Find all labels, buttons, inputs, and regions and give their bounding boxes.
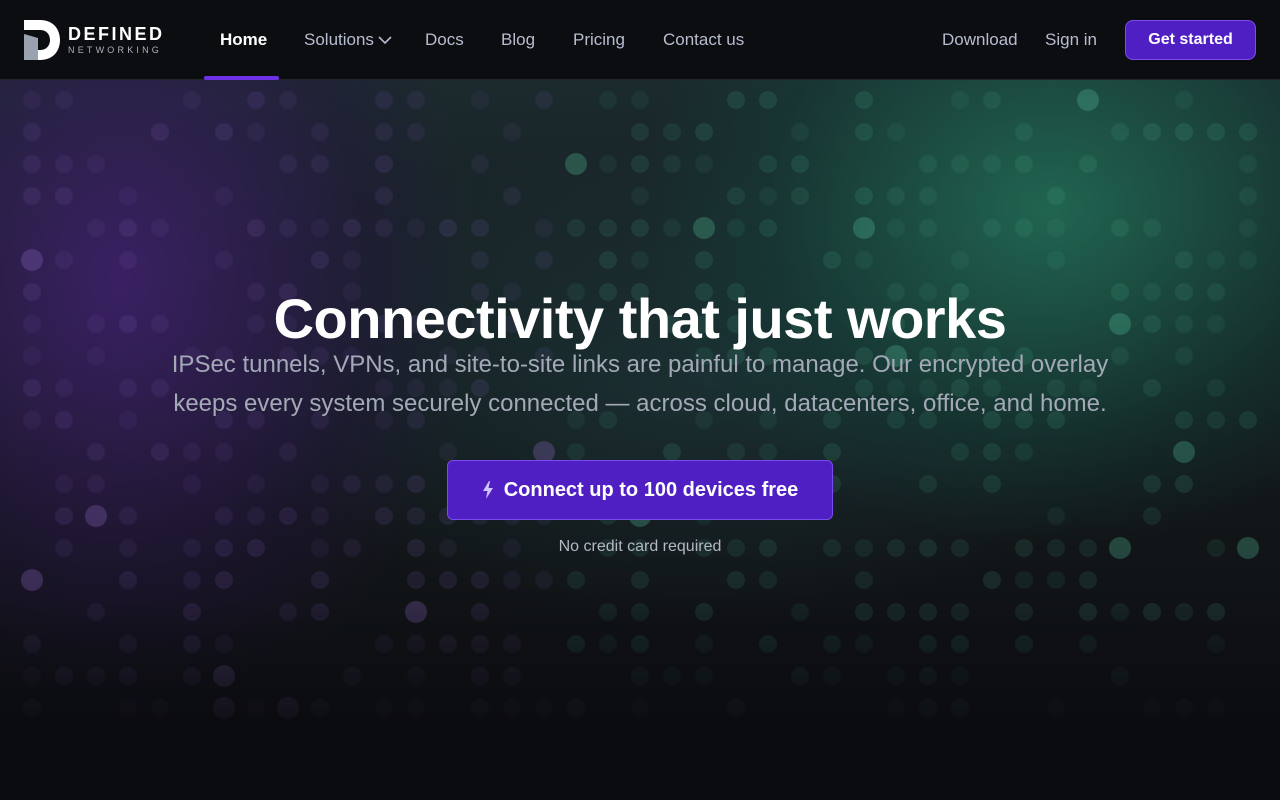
nav-link-docs[interactable]: Docs (425, 0, 464, 80)
hero-subtitle-line-2: keeps every system securely connected — … (173, 390, 1107, 417)
chevron-down-icon (378, 36, 392, 45)
nav-link-download[interactable]: Download (942, 0, 1018, 80)
logo-mark-icon (24, 20, 60, 60)
top-navigation: DEFINED NETWORKING Home Solutions Docs B… (0, 0, 1280, 80)
nav-link-home[interactable]: Home (220, 0, 267, 80)
nav-link-solutions[interactable]: Solutions (304, 0, 392, 80)
connect-free-button[interactable]: Connect up to 100 devices free (447, 460, 833, 520)
logo-text: DEFINED NETWORKING (68, 25, 165, 55)
nav-active-indicator (204, 76, 279, 80)
logo[interactable]: DEFINED NETWORKING (24, 18, 165, 62)
hero-subtitle-line-1: IPSec tunnels, VPNs, and site-to-site li… (171, 351, 1109, 378)
get-started-button[interactable]: Get started (1125, 20, 1256, 60)
nav-link-signin[interactable]: Sign in (1045, 0, 1097, 80)
connect-free-label: Connect up to 100 devices free (503, 478, 799, 501)
hero-fade (0, 600, 1280, 800)
hero-background (0, 80, 1280, 800)
nav-link-contact[interactable]: Contact us (663, 0, 744, 80)
hero-title: Connectivity that just works (273, 286, 1007, 350)
nav-link-blog[interactable]: Blog (501, 0, 535, 80)
hero-subtitle: IPSec tunnels, VPNs, and site-to-site li… (140, 345, 1140, 423)
nav-link-pricing[interactable]: Pricing (573, 0, 625, 80)
logo-name-bottom: NETWORKING (68, 45, 162, 55)
logo-name-top: DEFINED (68, 24, 165, 44)
lightning-icon (482, 481, 493, 499)
nav-link-solutions-label: Solutions (304, 30, 374, 49)
no-credit-card-note: No credit card required (558, 538, 722, 555)
